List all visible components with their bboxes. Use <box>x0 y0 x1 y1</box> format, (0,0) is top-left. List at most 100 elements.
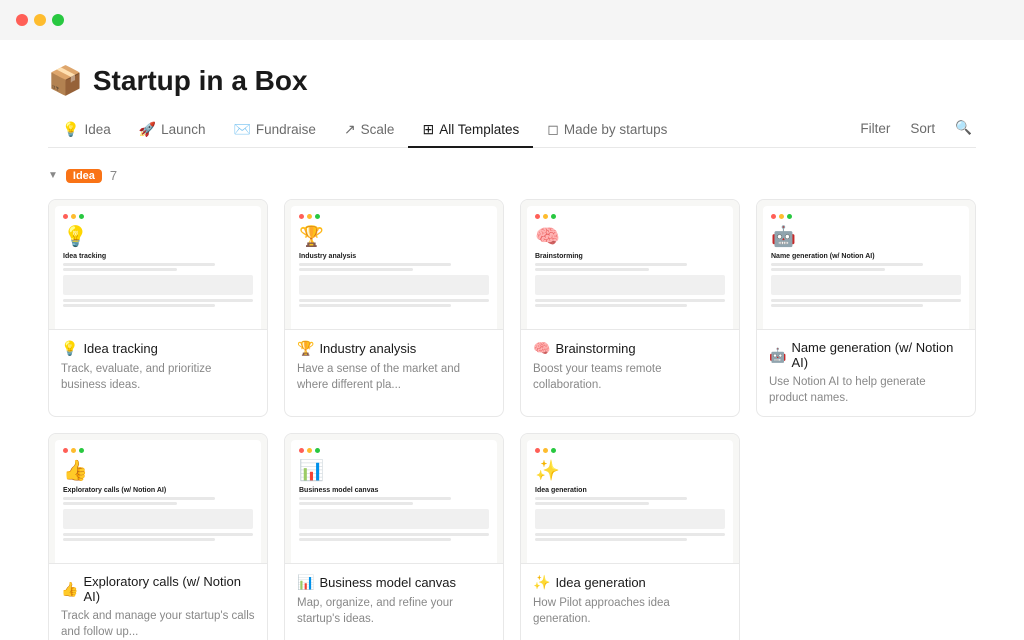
tab-scale[interactable]: ↗ Scale <box>330 113 409 148</box>
filter-button[interactable]: Filter <box>856 117 894 140</box>
tab-launch[interactable]: 🚀 Launch <box>125 113 220 148</box>
card-name-text-exploratory-calls: Exploratory calls (w/ Notion AI) <box>83 574 255 604</box>
preview-line-4 <box>63 538 215 541</box>
preview-line-1 <box>63 263 215 266</box>
preview-traffic-idea-tracking <box>63 214 253 219</box>
preview-line-2 <box>535 268 649 271</box>
preview-dot-red <box>299 448 304 453</box>
template-card-business-model-canvas[interactable]: 📊 Business model canvas 📊 Business model… <box>284 433 504 640</box>
preview-block <box>771 275 961 295</box>
section-header-idea[interactable]: ▼ Idea 7 <box>48 148 976 199</box>
template-card-idea-tracking[interactable]: 💡 Idea tracking 💡 Idea tracking Trac <box>48 199 268 417</box>
nav-actions: Filter Sort 🔍 <box>856 116 976 144</box>
tab-all-templates[interactable]: ⊞ All Templates <box>408 113 533 148</box>
scale-tab-icon: ↗ <box>344 121 356 138</box>
search-icon: 🔍 <box>955 120 972 136</box>
preview-block <box>299 509 489 529</box>
preview-title-idea-tracking: Idea tracking <box>63 253 253 260</box>
section-tag-idea: Idea <box>66 169 102 183</box>
sort-button[interactable]: Sort <box>906 117 939 140</box>
preview-icon-idea-generation: ✨ <box>535 458 725 483</box>
card-body-exploratory-calls: 👍 Exploratory calls (w/ Notion AI) Track… <box>49 564 267 640</box>
card-name-text-industry-analysis: Industry analysis <box>319 341 416 356</box>
preview-title-industry-analysis: Industry analysis <box>299 253 489 260</box>
preview-inner-name-generation: 🤖 Name generation (w/ Notion AI) <box>763 206 969 329</box>
preview-dot-yellow <box>543 448 548 453</box>
preview-title-business-model-canvas: Business model canvas <box>299 487 489 494</box>
preview-line-2 <box>771 268 885 271</box>
preview-traffic-business-model-canvas <box>299 448 489 453</box>
preview-dot-green <box>315 214 320 219</box>
preview-block <box>535 509 725 529</box>
card-body-business-model-canvas: 📊 Business model canvas Map, organize, a… <box>285 564 503 637</box>
preview-icon-name-generation: 🤖 <box>771 224 961 249</box>
idea-tab-label: Idea <box>84 122 110 137</box>
card-desc-brainstorming: Boost your teams remote collaboration. <box>533 361 727 393</box>
card-name-name-generation: 🤖 Name generation (w/ Notion AI) <box>769 340 963 370</box>
template-card-brainstorming[interactable]: 🧠 Brainstorming 🧠 Brainstorming Boos <box>520 199 740 417</box>
preview-inner-brainstorming: 🧠 Brainstorming <box>527 206 733 329</box>
tab-made-by-startups[interactable]: ◻ Made by startups <box>533 113 681 148</box>
card-preview-name-generation: 🤖 Name generation (w/ Notion AI) <box>757 200 975 330</box>
close-button[interactable] <box>16 14 28 26</box>
preview-title-brainstorming: Brainstorming <box>535 253 725 260</box>
card-name-industry-analysis: 🏆 Industry analysis <box>297 340 491 357</box>
main-content: 📦 Startup in a Box 💡 Idea 🚀 Launch ✉️ Fu… <box>0 40 1024 640</box>
preview-dot-green <box>787 214 792 219</box>
preview-traffic-idea-generation <box>535 448 725 453</box>
template-card-exploratory-calls[interactable]: 👍 Exploratory calls (w/ Notion AI) 👍 Exp… <box>48 433 268 640</box>
sort-label: Sort <box>910 121 935 136</box>
template-card-name-generation[interactable]: 🤖 Name generation (w/ Notion AI) 🤖 Name … <box>756 199 976 417</box>
idea-template-grid: 💡 Idea tracking 💡 Idea tracking Trac <box>48 199 976 640</box>
preview-line-4 <box>535 538 687 541</box>
preview-icon-idea-tracking: 💡 <box>63 224 253 249</box>
card-desc-exploratory-calls: Track and manage your startup's calls an… <box>61 608 255 640</box>
card-name-emoji-industry-analysis: 🏆 <box>297 340 314 357</box>
card-desc-idea-tracking: Track, evaluate, and prioritize business… <box>61 361 255 393</box>
preview-dot-green <box>79 448 84 453</box>
tab-fundraise[interactable]: ✉️ Fundraise <box>219 113 329 148</box>
card-name-idea-generation: ✨ Idea generation <box>533 574 727 591</box>
card-name-text-idea-tracking: Idea tracking <box>83 341 157 356</box>
card-name-business-model-canvas: 📊 Business model canvas <box>297 574 491 591</box>
made-by-startups-tab-label: Made by startups <box>564 122 668 137</box>
preview-dot-red <box>299 214 304 219</box>
card-name-emoji-business-model-canvas: 📊 <box>297 574 314 591</box>
card-name-exploratory-calls: 👍 Exploratory calls (w/ Notion AI) <box>61 574 255 604</box>
preview-block <box>535 275 725 295</box>
card-name-brainstorming: 🧠 Brainstorming <box>533 340 727 357</box>
card-desc-idea-generation: How Pilot approaches idea generation. <box>533 595 727 627</box>
preview-line-1 <box>63 497 215 500</box>
preview-dot-green <box>551 448 556 453</box>
preview-dot-red <box>535 448 540 453</box>
template-card-idea-generation[interactable]: ✨ Idea generation ✨ Idea generation Ho <box>520 433 740 640</box>
preview-inner-idea-generation: ✨ Idea generation <box>527 440 733 563</box>
traffic-lights <box>16 14 64 26</box>
tab-idea[interactable]: 💡 Idea <box>48 113 125 148</box>
maximize-button[interactable] <box>52 14 64 26</box>
preview-dot-yellow <box>71 448 76 453</box>
card-desc-name-generation: Use Notion AI to help generate product n… <box>769 374 963 406</box>
page-title-row: 📦 Startup in a Box <box>48 40 976 113</box>
minimize-button[interactable] <box>34 14 46 26</box>
preview-line-2 <box>299 268 413 271</box>
preview-line-1 <box>771 263 923 266</box>
preview-icon-brainstorming: 🧠 <box>535 224 725 249</box>
card-preview-idea-tracking: 💡 Idea tracking <box>49 200 267 330</box>
launch-tab-label: Launch <box>161 122 205 137</box>
card-body-name-generation: 🤖 Name generation (w/ Notion AI) Use Not… <box>757 330 975 416</box>
card-name-emoji-brainstorming: 🧠 <box>533 340 550 357</box>
search-button[interactable]: 🔍 <box>951 116 976 140</box>
card-name-emoji-idea-tracking: 💡 <box>61 340 78 357</box>
scale-tab-label: Scale <box>361 122 395 137</box>
preview-dot-red <box>63 448 68 453</box>
preview-dot-yellow <box>543 214 548 219</box>
template-card-industry-analysis[interactable]: 🏆 Industry analysis 🏆 Industry analysis <box>284 199 504 417</box>
fundraise-tab-icon: ✉️ <box>233 121 250 138</box>
preview-line-3 <box>771 299 961 302</box>
card-name-emoji-name-generation: 🤖 <box>769 347 786 364</box>
preview-title-exploratory-calls: Exploratory calls (w/ Notion AI) <box>63 487 253 494</box>
launch-tab-icon: 🚀 <box>139 121 156 138</box>
card-desc-industry-analysis: Have a sense of the market and where dif… <box>297 361 491 393</box>
preview-line-1 <box>535 263 687 266</box>
